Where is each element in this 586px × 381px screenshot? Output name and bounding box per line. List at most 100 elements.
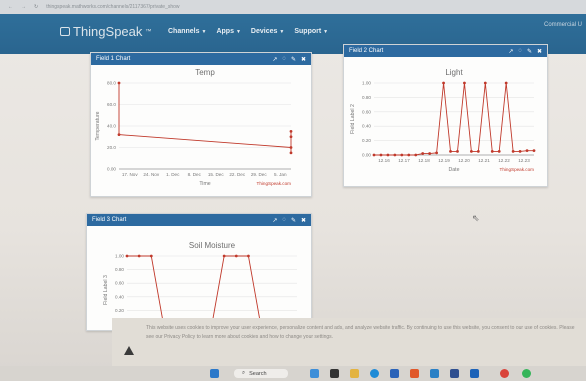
brand-name: ThingSpeak xyxy=(73,24,143,39)
search-icon: ⌕ xyxy=(242,370,246,376)
x-tick-label: 1. Dec xyxy=(166,172,180,177)
store-icon[interactable] xyxy=(390,369,399,378)
series-line xyxy=(118,83,292,153)
close-icon[interactable]: ✖ xyxy=(537,48,542,55)
data-point xyxy=(504,81,508,85)
data-point xyxy=(476,150,480,153)
close-icon[interactable]: ✖ xyxy=(301,217,306,224)
chart-title: Soil Moisture xyxy=(189,241,236,250)
data-point xyxy=(234,254,238,258)
comment-icon[interactable]: ◌ xyxy=(282,56,286,63)
x-tick-label: 12.16 xyxy=(378,158,390,163)
y-tick-label: 80.0 xyxy=(107,81,116,86)
y-tick-label: 0.00 xyxy=(362,153,371,158)
field-2-chart: Light 0.00 0.20 0.40 0.60 0.80 1.00 12.16 12.17 1… xyxy=(350,68,536,173)
whatsapp-icon[interactable] xyxy=(522,369,531,378)
edge-icon[interactable] xyxy=(370,369,379,378)
x-tick-label: 12.20 xyxy=(458,158,470,163)
y-axis-label: Field Label 2 xyxy=(350,104,356,134)
external-link-icon[interactable]: ↗ xyxy=(272,217,277,224)
x-tick-label: 12.22 xyxy=(498,158,510,163)
x-tick-label: 24. Nov xyxy=(143,172,160,177)
panel-actions: ↗ ◌ ✎ ✖ xyxy=(508,48,542,55)
brand-logo[interactable]: ThingSpeak ™ xyxy=(60,24,151,39)
caret-down-icon: ▼ xyxy=(323,29,329,35)
file-explorer-icon[interactable] xyxy=(350,369,359,378)
data-point xyxy=(247,254,250,258)
x-tick-label: 29. Dec xyxy=(251,172,268,177)
taskview-icon[interactable] xyxy=(330,369,339,378)
chrome-icon[interactable] xyxy=(500,369,509,378)
menu-apps[interactable]: Apps ▼ xyxy=(216,28,240,35)
menu-channels[interactable]: Channels ▼ xyxy=(168,28,206,35)
data-point xyxy=(442,81,445,85)
y-tick-label: 20.0 xyxy=(107,145,116,150)
y-axis-label: Temperature xyxy=(95,111,101,140)
data-point xyxy=(525,149,529,153)
screen: ← → ↻ thingspeak.mathworks.com/channels/… xyxy=(0,0,586,381)
data-point xyxy=(289,135,293,139)
caret-down-icon: ▼ xyxy=(201,29,207,35)
data-point xyxy=(414,153,418,157)
y-tick-label: 0.20 xyxy=(115,308,124,313)
y-tick-label: 40.0 xyxy=(107,124,116,129)
y-tick-label: 1.00 xyxy=(362,81,371,86)
panel-header: Field 3 Chart ↗ ◌ ✎ ✖ xyxy=(87,214,311,226)
address-url[interactable]: thingspeak.mathworks.com/channels/211736… xyxy=(46,4,179,10)
reload-icon[interactable]: ↻ xyxy=(34,4,38,10)
comment-icon[interactable]: ◌ xyxy=(518,48,522,55)
browser-address-bar[interactable]: ← → ↻ thingspeak.mathworks.com/channels/… xyxy=(0,0,586,14)
x-tick-label: 22. Dec xyxy=(229,172,246,177)
menu-support[interactable]: Support ▼ xyxy=(294,28,328,35)
data-point xyxy=(372,153,376,157)
data-point xyxy=(497,150,501,153)
vscode-icon[interactable] xyxy=(430,369,439,378)
pencil-icon[interactable]: ✎ xyxy=(527,48,532,55)
x-axis-label: Date xyxy=(449,167,460,173)
caret-down-icon: ▼ xyxy=(279,29,285,35)
commercial-use-link[interactable]: Commercial U xyxy=(544,22,582,28)
app-icon[interactable] xyxy=(450,369,459,378)
series-line xyxy=(127,255,297,325)
data-point xyxy=(289,129,293,133)
data-point xyxy=(511,150,515,153)
close-icon[interactable]: ✖ xyxy=(301,56,306,63)
x-axis-label: Time xyxy=(199,181,210,187)
pencil-icon[interactable]: ✎ xyxy=(291,217,296,224)
data-point xyxy=(421,152,425,155)
external-link-icon[interactable]: ↗ xyxy=(508,48,513,55)
data-point xyxy=(222,254,226,258)
series-line xyxy=(374,82,534,156)
chart-title: Temp xyxy=(195,68,215,77)
field-3-chart-panel: Field 3 Chart ↗◌✎✖ Soil Moisture0.000.20… xyxy=(86,213,312,331)
outlook-icon[interactable] xyxy=(470,369,479,378)
panel-title: Field 1 Chart xyxy=(96,56,131,62)
y-tick-label: 0.60 xyxy=(362,109,371,114)
windows-start-icon[interactable] xyxy=(210,369,219,378)
x-tick-label: 17. Nov xyxy=(122,172,139,177)
forward-icon[interactable]: → xyxy=(21,4,26,10)
mouse-cursor-icon: ⇖ xyxy=(472,213,480,223)
data-point xyxy=(456,150,459,153)
external-link-icon[interactable]: ↗ xyxy=(272,56,277,63)
x-tick-label: 12.18 xyxy=(418,158,430,163)
y-tick-label: 0.80 xyxy=(115,267,124,272)
y-tick-label: 60.0 xyxy=(107,102,116,107)
data-point xyxy=(407,153,411,157)
weather-icon[interactable] xyxy=(310,369,319,378)
data-point xyxy=(490,150,494,153)
data-point xyxy=(125,254,129,258)
brave-icon[interactable] xyxy=(410,369,419,378)
x-tick-label: 8. Dec xyxy=(188,172,202,177)
comment-icon[interactable]: ◌ xyxy=(282,217,286,224)
x-tick-label: 15. Dec xyxy=(208,172,225,177)
pencil-icon[interactable]: ✎ xyxy=(291,56,296,63)
x-tick-label: 5. Jan xyxy=(274,172,287,177)
data-point xyxy=(379,153,383,157)
thingspeak-credit: ThingSpeak.com xyxy=(257,181,292,186)
back-icon[interactable]: ← xyxy=(8,4,13,10)
data-point xyxy=(149,254,153,258)
data-point xyxy=(289,151,293,155)
menu-devices[interactable]: Devices ▼ xyxy=(251,28,284,35)
taskbar-search[interactable]: ⌕ Search xyxy=(234,369,288,378)
